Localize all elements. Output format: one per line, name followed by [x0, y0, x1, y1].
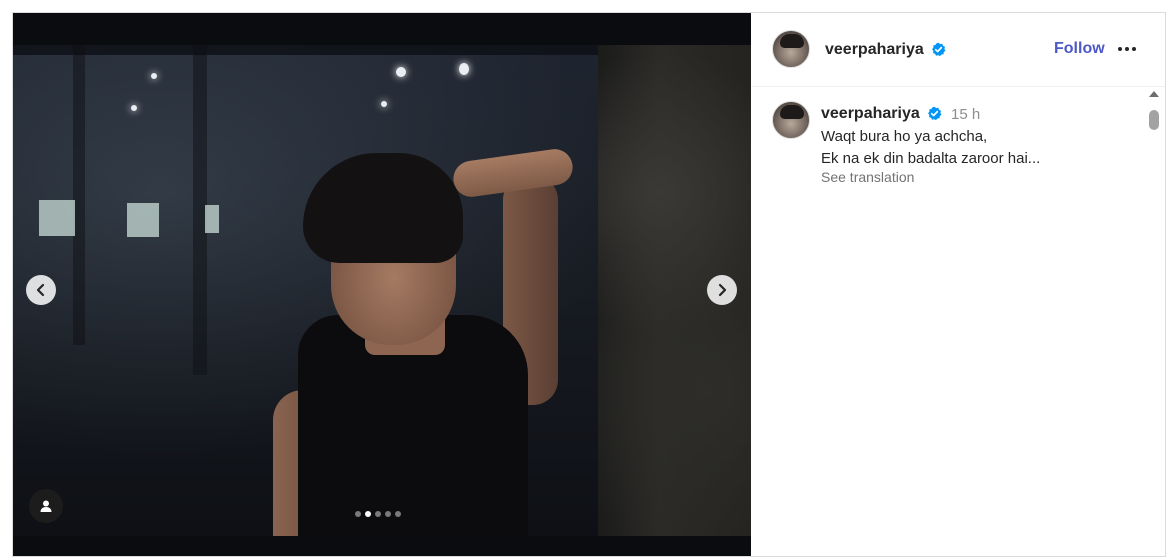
- more-icon: [1132, 47, 1136, 51]
- carousel-dot: [395, 511, 401, 517]
- post-sidebar: veerpahariya Follow veerpahariya 15 h Wa…: [752, 13, 1165, 556]
- window-light: [39, 200, 75, 236]
- post-photo[interactable]: [13, 45, 751, 536]
- scroll-up-arrow[interactable]: [1149, 91, 1159, 97]
- chevron-right-icon: [718, 283, 727, 297]
- caption-text: Waqt bura ho ya achcha, Ek na ek din bad…: [821, 126, 1040, 170]
- user-tag-icon: [40, 500, 52, 512]
- scrollbar-thumb[interactable]: [1149, 110, 1159, 130]
- verified-badge-icon: [928, 106, 942, 121]
- carousel-indicator: [355, 511, 401, 517]
- carousel-dot-active: [365, 511, 371, 517]
- verified-badge-icon: [932, 42, 946, 57]
- post-media: [13, 13, 751, 556]
- ceiling-light: [151, 73, 157, 79]
- caption-line: Waqt bura ho ya achcha,: [821, 128, 988, 145]
- author-avatar[interactable]: [772, 30, 810, 68]
- caption-username[interactable]: veerpahariya: [821, 105, 920, 123]
- user-tags-button[interactable]: [29, 489, 63, 523]
- post-header: veerpahariya Follow: [752, 13, 1165, 87]
- ceiling-light: [381, 101, 387, 107]
- caption-line: Ek na ek din badalta zaroor hai...: [821, 150, 1041, 167]
- post-timestamp[interactable]: 15 h: [951, 106, 980, 123]
- caption-avatar[interactable]: [772, 101, 810, 139]
- carousel-dot: [375, 511, 381, 517]
- figure-hair: [303, 153, 463, 263]
- ceiling-light: [396, 67, 406, 77]
- author-username[interactable]: veerpahariya: [825, 41, 924, 59]
- chevron-left-icon: [36, 283, 45, 297]
- more-icon: [1125, 47, 1129, 51]
- carousel-next-button[interactable]: [707, 275, 737, 305]
- ceiling-light: [459, 63, 469, 75]
- follow-button[interactable]: Follow: [1054, 40, 1105, 58]
- more-options-button[interactable]: [1118, 41, 1142, 57]
- window-light: [205, 205, 219, 233]
- window-light: [127, 203, 159, 237]
- see-translation-link[interactable]: See translation: [821, 169, 914, 185]
- pillar: [73, 45, 85, 345]
- carousel-dot: [385, 511, 391, 517]
- carousel-dot: [355, 511, 361, 517]
- post-card: veerpahariya Follow veerpahariya 15 h Wa…: [12, 12, 1166, 557]
- carousel-prev-button[interactable]: [26, 275, 56, 305]
- more-icon: [1118, 47, 1122, 51]
- ceiling-light: [131, 105, 137, 111]
